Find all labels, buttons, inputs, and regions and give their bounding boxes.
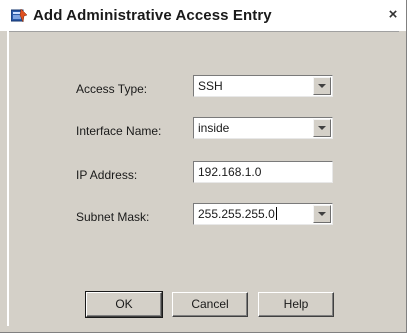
- interface-name-select[interactable]: inside: [193, 117, 333, 139]
- close-icon[interactable]: ×: [386, 7, 400, 23]
- access-type-label: Access Type:: [76, 82, 148, 96]
- admin-entry-icon: [11, 9, 27, 23]
- dialog-title: Add Administrative Access Entry: [33, 7, 272, 24]
- panel-edge: [7, 31, 9, 326]
- chevron-down-icon[interactable]: [313, 205, 331, 223]
- access-type-value: SSH: [198, 79, 223, 93]
- add-admin-access-dialog: Add Administrative Access Entry × Access…: [0, 0, 407, 333]
- chevron-down-icon[interactable]: [313, 77, 331, 95]
- subnet-mask-value: 255.255.255.0: [198, 207, 277, 221]
- cancel-button[interactable]: Cancel: [172, 292, 248, 317]
- ip-address-field[interactable]: 192.168.1.0: [193, 161, 333, 183]
- title-bar[interactable]: Add Administrative Access Entry ×: [0, 0, 406, 31]
- access-type-select[interactable]: SSH: [193, 75, 333, 97]
- interface-name-label: Interface Name:: [76, 124, 162, 138]
- subnet-mask-label: Subnet Mask:: [76, 210, 150, 224]
- ip-address-value: 192.168.1.0: [198, 165, 262, 179]
- help-button[interactable]: Help: [258, 292, 334, 317]
- text-caret: [275, 207, 277, 220]
- panel-divider: [7, 31, 399, 32]
- chevron-down-icon[interactable]: [313, 119, 331, 137]
- subnet-mask-text: 255.255.255.0: [198, 207, 275, 221]
- subnet-mask-select[interactable]: 255.255.255.0: [193, 203, 333, 225]
- ip-address-label: IP Address:: [76, 168, 138, 182]
- interface-name-value: inside: [198, 121, 230, 135]
- ok-button[interactable]: OK: [85, 291, 163, 318]
